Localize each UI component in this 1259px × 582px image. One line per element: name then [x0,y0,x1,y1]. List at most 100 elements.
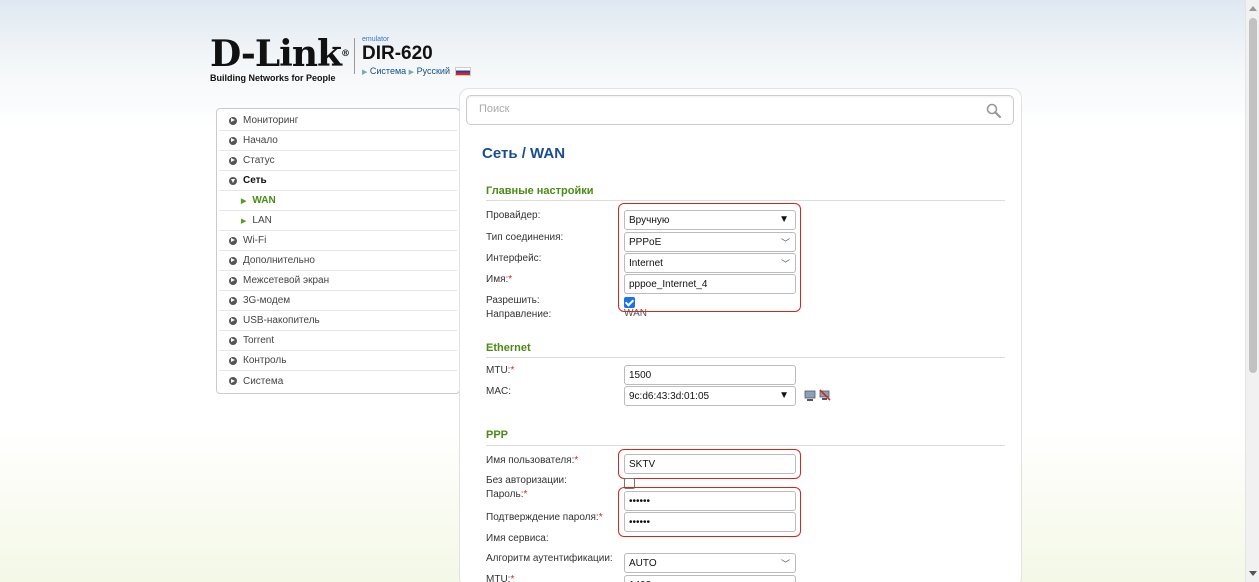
reset-mac-icon[interactable] [819,389,831,401]
section-title-main-settings: Главные настройки [486,185,594,197]
bullet-expanded-icon [229,176,237,185]
sidebar-item-system[interactable]: Система [219,371,457,391]
bullet-arrow-icon [229,377,237,385]
bullet-arrow-icon [229,116,237,125]
search-icon[interactable] [985,102,1003,120]
sidebar-item-start[interactable]: Начало [219,131,457,151]
bullet-arrow-icon [229,276,237,285]
chevron-down-icon: ﹀ [780,259,790,269]
no-auth-label: Без авторизации: [486,475,567,486]
sidebar-item-control[interactable]: Контроль [219,351,457,371]
submenu-arrow-icon: ▶ [241,197,247,205]
name-input[interactable]: pppoe_Internet_4 [624,274,796,294]
breadcrumb-language[interactable]: Русский [417,66,450,76]
search-input[interactable] [479,103,959,115]
sidebar-item-usb-storage[interactable]: USB-накопитель [219,311,457,331]
page-title: Сеть / WAN [482,145,566,162]
breadcrumb-arrow-icon: ▶ [408,69,415,76]
required-mark: * [510,365,515,376]
password-input[interactable]: •••••• [624,491,796,511]
sidebar-item-advanced[interactable]: Дополнительно [219,251,457,271]
sidebar-item-torrent[interactable]: Torrent [219,331,457,351]
connection-type-select[interactable]: PPPoE ﹀ [624,232,796,252]
confirm-password-value: •••••• [629,516,651,528]
dropdown-triangle-icon: ▼ [779,214,789,225]
sidebar-item-label: Межсетевой экран [243,275,330,286]
bullet-arrow-icon [229,256,237,265]
required-mark: * [598,512,603,523]
sidebar-item-wifi[interactable]: Wi-Fi [219,231,457,251]
interface-value: Internet [629,257,663,269]
sidebar-item-firewall[interactable]: Межсетевой экран [219,271,457,291]
mtu-input[interactable]: 1500 [624,365,796,385]
dlink-logo[interactable]: D-Link® Building Networks for People [210,36,350,83]
breadcrumb-system[interactable]: Система [370,66,406,76]
russian-flag-icon[interactable] [454,67,471,77]
sidebar-item-label: Дополнительно [243,255,315,266]
sidebar-item-monitoring[interactable]: Мониторинг [219,111,457,131]
auth-algorithm-select[interactable]: AUTO ﹀ [624,553,796,573]
scrollbar-thumb[interactable] [1249,18,1257,373]
scroll-down-arrow-icon[interactable] [1249,571,1257,576]
sidebar: Мониторинг Начало Статус Сеть ▶ WAN ▶ LAN … [216,108,460,394]
bullet-arrow-icon [229,296,237,305]
enable-checkbox[interactable] [624,297,635,308]
sidebar-item-label: Wi-Fi [243,235,267,246]
header-breadcrumb: ▶ Система ▶ Русский [362,66,471,77]
provider-label: Провайдер: [486,210,541,221]
required-mark: * [574,455,579,466]
bullet-arrow-icon [229,156,237,165]
required-mark: * [523,489,528,500]
direction-value: WAN [624,308,647,319]
section-divider [486,445,1005,446]
page-scrollbar[interactable] [1245,0,1259,582]
section-divider [486,357,1005,358]
username-value: SKTV [629,458,656,470]
bullet-arrow-icon [229,236,237,245]
sidebar-subitem-wan[interactable]: ▶ WAN [219,191,457,211]
mtu-label: MTU:* [486,365,515,376]
required-mark: * [508,274,513,285]
sidebar-item-label: Мониторинг [243,115,299,126]
sidebar-item-network[interactable]: Сеть [219,171,457,191]
username-label: Имя пользователя:* [486,455,579,466]
model-name: DIR-620 [362,43,433,64]
breadcrumb-arrow-icon: ▶ [362,69,368,76]
service-name-label: Имя сервиса: [486,533,549,544]
header-divider [354,38,355,74]
brand-tagline: Building Networks for People [210,73,336,83]
required-mark: * [510,574,515,582]
provider-select[interactable]: Вручную ▼ [624,210,796,230]
name-value: pppoe_Internet_4 [629,278,708,290]
scroll-up-arrow-icon[interactable] [1249,6,1257,11]
confirm-password-input[interactable]: •••••• [624,512,796,532]
sidebar-item-3g-modem[interactable]: 3G-модем [219,291,457,311]
password-label: Пароль:* [486,489,528,500]
sidebar-subitem-lan[interactable]: ▶ LAN [219,211,457,231]
ppp-mtu-input[interactable]: 1492 [624,575,796,582]
mtu-value: 1500 [629,369,652,381]
username-input[interactable]: SKTV [624,454,796,474]
auth-algorithm-value: AUTO [629,557,657,569]
section-title-ethernet: Ethernet [486,342,531,354]
mac-select[interactable]: 9c:d6:43:3d:01:05 ▼ [624,386,796,406]
model-box: emulator DIR-620 ▶ Система ▶ Русский [362,36,471,77]
sidebar-item-label: Начало [243,135,278,146]
no-auth-checkbox[interactable] [624,478,635,489]
sidebar-item-label: 3G-модем [243,295,291,306]
sidebar-item-label: Сеть [243,175,267,186]
chevron-down-icon: ﹀ [780,238,790,248]
bullet-arrow-icon [229,356,237,365]
interface-label: Интерфейс: [486,253,542,264]
sidebar-item-label: Torrent [243,335,275,346]
mac-value: 9c:d6:43:3d:01:05 [629,390,710,402]
password-value: •••••• [629,495,651,507]
brand-name: D-Link [210,33,342,75]
sidebar-item-label: Статус [243,155,275,166]
sidebar-item-label: USB-накопитель [243,315,320,326]
sidebar-item-status[interactable]: Статус [219,151,457,171]
mac-label: MAC: [486,386,511,397]
interface-select[interactable]: Internet ﹀ [624,253,796,273]
clone-mac-icon[interactable] [804,390,816,402]
connection-type-value: PPPoE [629,236,662,248]
